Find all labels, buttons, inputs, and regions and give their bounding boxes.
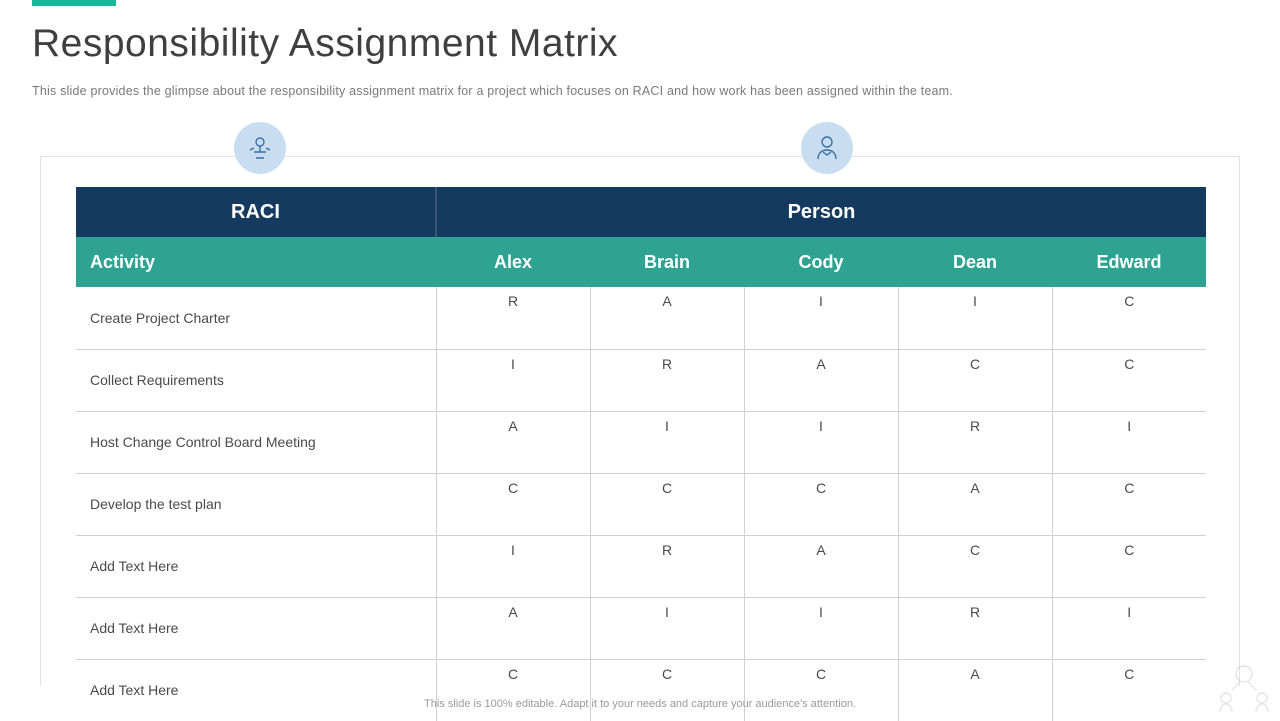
col-person-3: Dean bbox=[898, 237, 1052, 287]
header-raci: RACI bbox=[76, 187, 436, 237]
people-decor-icon bbox=[1214, 660, 1274, 714]
activity-cell: Create Project Charter bbox=[76, 287, 436, 349]
activity-cell: Add Text Here bbox=[76, 535, 436, 597]
col-person-0: Alex bbox=[436, 237, 590, 287]
value-cell: I bbox=[590, 411, 744, 473]
activity-cell: Collect Requirements bbox=[76, 349, 436, 411]
table-row: Collect Requirements I R A C C bbox=[76, 349, 1206, 411]
table-row: Add Text Here C C C A C bbox=[76, 659, 1206, 721]
col-person-1: Brain bbox=[590, 237, 744, 287]
value-cell: R bbox=[898, 411, 1052, 473]
value-cell: R bbox=[898, 597, 1052, 659]
person-icon bbox=[801, 122, 853, 174]
header-person: Person bbox=[436, 187, 1206, 237]
value-cell: A bbox=[744, 349, 898, 411]
value-cell: C bbox=[436, 659, 590, 721]
value-cell: I bbox=[1052, 411, 1206, 473]
activity-cell: Add Text Here bbox=[76, 597, 436, 659]
matrix-panel: RACI Person Activity Alex Brain Cody Dea… bbox=[40, 156, 1240, 686]
value-cell: I bbox=[1052, 597, 1206, 659]
value-cell: I bbox=[744, 287, 898, 349]
value-cell: I bbox=[744, 411, 898, 473]
accent-bar bbox=[32, 0, 116, 6]
value-cell: A bbox=[898, 473, 1052, 535]
footer-note: This slide is 100% editable. Adapt it to… bbox=[0, 698, 1280, 710]
value-cell: C bbox=[436, 473, 590, 535]
header-activity: Activity bbox=[76, 237, 436, 287]
value-cell: C bbox=[590, 473, 744, 535]
slide-title: Responsibility Assignment Matrix bbox=[32, 22, 618, 66]
table-row: Develop the test plan C C C A C bbox=[76, 473, 1206, 535]
table-row: Create Project Charter R A I I C bbox=[76, 287, 1206, 349]
activity-cell: Develop the test plan bbox=[76, 473, 436, 535]
table-row: Add Text Here I R A C C bbox=[76, 535, 1206, 597]
table-row: Host Change Control Board Meeting A I I … bbox=[76, 411, 1206, 473]
raci-icon bbox=[234, 122, 286, 174]
value-cell: C bbox=[898, 349, 1052, 411]
value-cell: A bbox=[436, 411, 590, 473]
value-cell: C bbox=[590, 659, 744, 721]
value-cell: C bbox=[898, 535, 1052, 597]
value-cell: R bbox=[436, 287, 590, 349]
col-person-2: Cody bbox=[744, 237, 898, 287]
value-cell: R bbox=[590, 349, 744, 411]
value-cell: I bbox=[590, 597, 744, 659]
value-cell: R bbox=[590, 535, 744, 597]
value-cell: C bbox=[744, 473, 898, 535]
value-cell: I bbox=[436, 535, 590, 597]
value-cell: C bbox=[1052, 535, 1206, 597]
value-cell: C bbox=[1052, 659, 1206, 721]
value-cell: I bbox=[744, 597, 898, 659]
value-cell: C bbox=[1052, 287, 1206, 349]
value-cell: C bbox=[744, 659, 898, 721]
raci-matrix: RACI Person Activity Alex Brain Cody Dea… bbox=[76, 187, 1206, 721]
value-cell: C bbox=[1052, 349, 1206, 411]
table-row: Add Text Here A I I R I bbox=[76, 597, 1206, 659]
value-cell: A bbox=[436, 597, 590, 659]
value-cell: I bbox=[436, 349, 590, 411]
slide-subtitle: This slide provides the glimpse about th… bbox=[32, 84, 953, 98]
value-cell: A bbox=[898, 659, 1052, 721]
activity-cell: Add Text Here bbox=[76, 659, 436, 721]
value-cell: I bbox=[898, 287, 1052, 349]
value-cell: C bbox=[1052, 473, 1206, 535]
col-person-4: Edward bbox=[1052, 237, 1206, 287]
activity-cell: Host Change Control Board Meeting bbox=[76, 411, 436, 473]
value-cell: A bbox=[590, 287, 744, 349]
value-cell: A bbox=[744, 535, 898, 597]
